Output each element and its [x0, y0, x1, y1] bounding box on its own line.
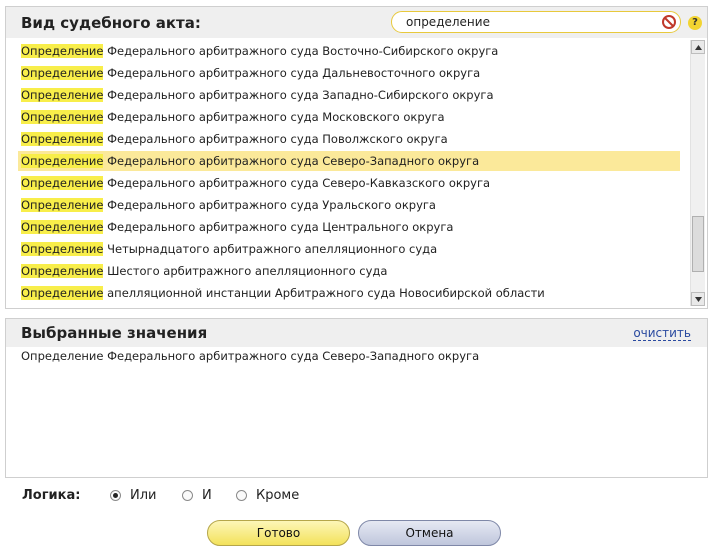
list-item[interactable]: Определение апелляционной инстанции Арби…	[18, 283, 680, 303]
match-highlight: Определение	[21, 264, 104, 278]
logic-option-except-label: Кроме	[256, 488, 300, 503]
list-item-text: Шестого арбитражного апелляционного суда	[103, 264, 388, 278]
radio-or[interactable]	[110, 490, 121, 501]
list-item[interactable]: Определение Федерального арбитражного су…	[18, 107, 680, 127]
list-item[interactable]: Определение Шестого арбитражного апелляц…	[18, 261, 680, 281]
list-item[interactable]: Определение Четырнадцатого арбитражного …	[18, 239, 680, 259]
match-highlight: Определение	[21, 154, 104, 168]
list-item-text: Федерального арбитражного суда Западно-С…	[103, 88, 494, 102]
list-item-text: Федерального арбитражного суда Московско…	[103, 110, 445, 124]
scroll-down-button[interactable]	[691, 292, 705, 306]
list-item[interactable]: Определение Федерального арбитражного су…	[18, 85, 680, 105]
logic-label: Логика:	[22, 488, 81, 503]
list-item[interactable]: Определение Федерального арбитражного су…	[18, 41, 680, 61]
list-item-text: Четырнадцатого арбитражного апелляционно…	[103, 242, 438, 256]
list-item-text: апелляционной инстанции Арбитражного суд…	[103, 286, 545, 300]
list-item-selected[interactable]: Определение Федерального арбитражного су…	[18, 151, 680, 171]
done-button[interactable]: Готово	[207, 520, 350, 546]
list-item[interactable]: Определение Федерального арбитражного су…	[18, 195, 680, 215]
cancel-button[interactable]: Отмена	[358, 520, 501, 546]
match-highlight: Определение	[21, 132, 104, 146]
list-item-text: Федерального арбитражного суда Центральн…	[103, 220, 454, 234]
help-icon[interactable]: ?	[688, 16, 702, 30]
match-highlight: Определение	[21, 110, 104, 124]
match-highlight: Определение	[21, 66, 104, 80]
logic-selector: Логика: Или И Кроме	[22, 487, 342, 507]
match-highlight: Определение	[21, 44, 104, 58]
match-highlight: Определение	[21, 88, 104, 102]
list-item-text: Федерального арбитражного суда Дальневос…	[103, 66, 481, 80]
match-highlight: Определение	[21, 286, 104, 300]
list-item[interactable]: Определение Федерального арбитражного су…	[18, 129, 680, 149]
list-item-text: Федерального арбитражного суда Уральског…	[103, 198, 436, 212]
panel-header: Вид судебного акта: ?	[6, 7, 707, 38]
scroll-thumb[interactable]	[692, 216, 704, 272]
search-box[interactable]	[391, 11, 681, 33]
triangle-down-icon	[695, 297, 702, 302]
list-item[interactable]: Определение Федерального арбитражного су…	[18, 173, 680, 193]
panel-title: Вид судебного акта:	[21, 14, 201, 32]
radio-and[interactable]	[182, 490, 193, 501]
list-item[interactable]: Определение Федерального арбитражного су…	[18, 63, 680, 83]
logic-option-or-label: Или	[130, 488, 157, 503]
match-highlight: Определение	[21, 176, 104, 190]
clear-selection-link[interactable]: очистить	[633, 326, 691, 341]
triangle-up-icon	[695, 45, 702, 50]
selected-values-title: Выбранные значения	[21, 324, 208, 342]
selected-values-panel: Выбранные значения очистить Определение …	[5, 318, 708, 478]
list-item-text: Федерального арбитражного суда Восточно-…	[103, 44, 499, 58]
list-item-text: Федерального арбитражного суда Поволжско…	[103, 132, 448, 146]
list-item[interactable]: Определение Федерального арбитражного су…	[18, 217, 680, 237]
match-highlight: Определение	[21, 242, 104, 256]
court-act-type-panel: Вид судебного акта: ? Определение Федера…	[5, 6, 708, 309]
search-input[interactable]	[406, 14, 646, 30]
match-highlight: Определение	[21, 198, 104, 212]
selected-value-item[interactable]: Определение Федерального арбитражного су…	[21, 349, 479, 363]
match-highlight: Определение	[21, 220, 104, 234]
list-item-text: Федерального арбитражного суда Северо-За…	[103, 154, 480, 168]
act-type-list: Определение Федерального арбитражного су…	[15, 40, 687, 306]
scroll-up-button[interactable]	[691, 40, 705, 54]
selected-values-header: Выбранные значения очистить	[6, 319, 707, 347]
list-item-text: Федерального арбитражного суда Северо-Ка…	[103, 176, 491, 190]
clear-search-icon[interactable]	[661, 14, 677, 30]
logic-option-and-label: И	[202, 488, 212, 503]
radio-except[interactable]	[236, 490, 247, 501]
list-scrollbar[interactable]	[690, 40, 705, 306]
